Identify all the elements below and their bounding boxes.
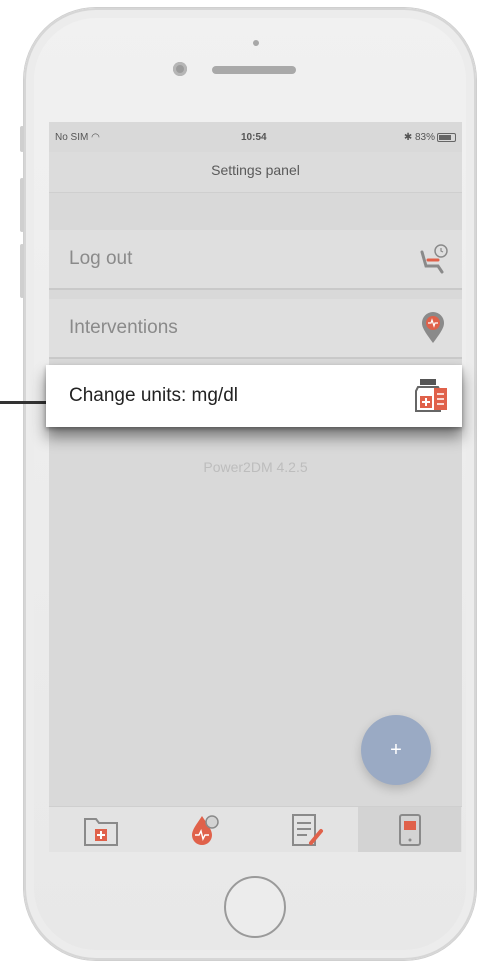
volume-down-button (20, 244, 24, 298)
tab-blood-glucose[interactable] (152, 807, 255, 852)
front-camera (173, 62, 187, 76)
row-change-units[interactable]: Change units: mg/dl (46, 365, 462, 427)
navigation-bar: Settings panel (49, 152, 462, 193)
row-label: Interventions (69, 317, 178, 338)
carrier-status: No SIM ◠ (55, 132, 100, 143)
battery-status: ✱ 83% (404, 132, 456, 143)
proximity-sensor (253, 40, 259, 46)
app-screen: No SIM ◠ 10:54 ✱ 83% Settings panel Log … (49, 122, 462, 852)
checklist-pencil-icon (292, 814, 323, 846)
carrier-label: No SIM (55, 132, 89, 143)
add-button[interactable]: + (361, 715, 431, 785)
bluetooth-icon: ✱ (403, 132, 413, 143)
tab-settings[interactable] (358, 807, 461, 852)
seat-clock-icon (416, 242, 450, 276)
row-label: Log out (69, 248, 133, 269)
app-version: Power2DM 4.2.5 (203, 459, 308, 475)
wifi-icon: ◠ (91, 132, 100, 143)
volume-up-button (20, 178, 24, 232)
location-pin-icon (416, 311, 450, 345)
battery-percent: 83% (414, 132, 435, 143)
mute-switch (20, 126, 24, 152)
medical-folder-icon (84, 818, 118, 846)
row-interventions[interactable]: Interventions (49, 299, 462, 359)
row-log-out[interactable]: Log out (49, 230, 462, 290)
callout-pointer (0, 401, 48, 404)
page-title: Settings panel (211, 162, 300, 178)
phone-chat-icon (399, 814, 421, 846)
tab-bar (49, 806, 462, 852)
tab-checklist[interactable] (255, 807, 358, 852)
earpiece-speaker (212, 66, 296, 74)
home-button[interactable] (224, 876, 286, 938)
tab-medical-folder[interactable] (49, 807, 152, 852)
status-bar: No SIM ◠ 10:54 ✱ 83% (49, 122, 462, 152)
blood-drop-clock-icon (192, 815, 219, 845)
clock: 10:54 (241, 132, 267, 143)
battery-icon (437, 132, 456, 142)
row-label: Change units: mg/dl (69, 385, 238, 406)
medicine-bottle-icon (412, 376, 450, 414)
